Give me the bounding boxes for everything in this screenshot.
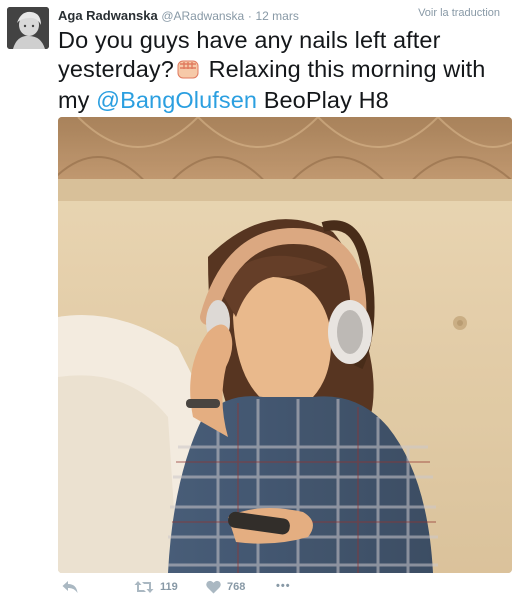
- photo-illustration: [58, 117, 512, 573]
- reply-button[interactable]: [62, 580, 78, 594]
- reply-icon: [62, 581, 78, 593]
- mention-link[interactable]: @BangOlufsen: [96, 87, 257, 113]
- tweet-photo[interactable]: [58, 117, 512, 573]
- tweet: Aga Radwanska @ARadwanska · 12 mars Voir…: [0, 0, 522, 607]
- author-name[interactable]: Aga Radwanska: [58, 8, 158, 23]
- header-separator: ·: [247, 9, 252, 23]
- heart-icon: [206, 580, 221, 594]
- more-icon: •••: [276, 580, 291, 592]
- tweet-header: Aga Radwanska @ARadwanska · 12 mars: [58, 8, 299, 23]
- tweet-actions: 119 768 •••: [58, 580, 512, 602]
- retweet-count: 119: [160, 581, 178, 593]
- avatar-photo: [7, 7, 49, 49]
- like-button[interactable]: 768: [206, 580, 245, 594]
- fist-emoji-icon: [176, 58, 200, 87]
- retweet-icon: [134, 581, 154, 593]
- like-count: 768: [227, 581, 246, 593]
- retweet-button[interactable]: 119: [134, 580, 178, 594]
- avatar[interactable]: [7, 7, 49, 49]
- tweet-timestamp[interactable]: 12 mars: [255, 9, 298, 23]
- translate-link[interactable]: Voir la traduction: [418, 7, 500, 19]
- author-handle[interactable]: @ARadwanska: [161, 9, 244, 23]
- more-button[interactable]: •••: [276, 580, 291, 592]
